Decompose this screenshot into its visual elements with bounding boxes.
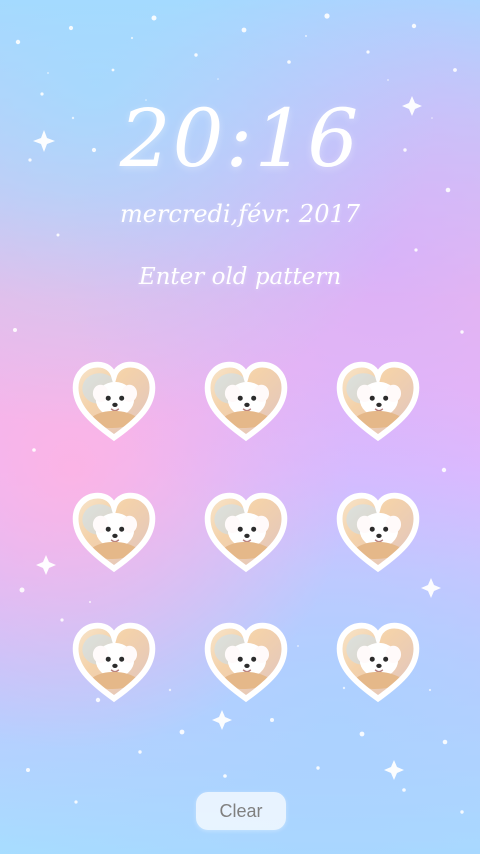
pattern-dot[interactable] bbox=[66, 486, 162, 582]
pattern-dot[interactable] bbox=[66, 355, 162, 451]
heart-puppy-icon bbox=[72, 361, 156, 442]
pattern-dot[interactable] bbox=[198, 616, 294, 712]
heart-puppy-icon bbox=[204, 492, 288, 573]
clear-button[interactable]: Clear bbox=[196, 792, 286, 830]
pattern-grid[interactable] bbox=[60, 350, 422, 710]
pattern-dot[interactable] bbox=[330, 486, 426, 582]
pattern-dot[interactable] bbox=[198, 355, 294, 451]
clock-time: 20:16 bbox=[119, 92, 361, 185]
heart-puppy-icon bbox=[336, 361, 420, 442]
pattern-dot[interactable] bbox=[330, 355, 426, 451]
pattern-dot[interactable] bbox=[330, 616, 426, 712]
date-label: mercredi,févr. 2017 bbox=[119, 200, 361, 228]
heart-puppy-icon bbox=[72, 492, 156, 573]
pattern-dot[interactable] bbox=[66, 616, 162, 712]
heart-puppy-icon bbox=[72, 622, 156, 703]
pattern-dot[interactable] bbox=[198, 486, 294, 582]
heart-puppy-icon bbox=[336, 492, 420, 573]
pattern-prompt: Enter old pattern bbox=[138, 264, 342, 290]
heart-puppy-icon bbox=[336, 622, 420, 703]
heart-puppy-icon bbox=[204, 622, 288, 703]
heart-puppy-icon bbox=[204, 361, 288, 442]
